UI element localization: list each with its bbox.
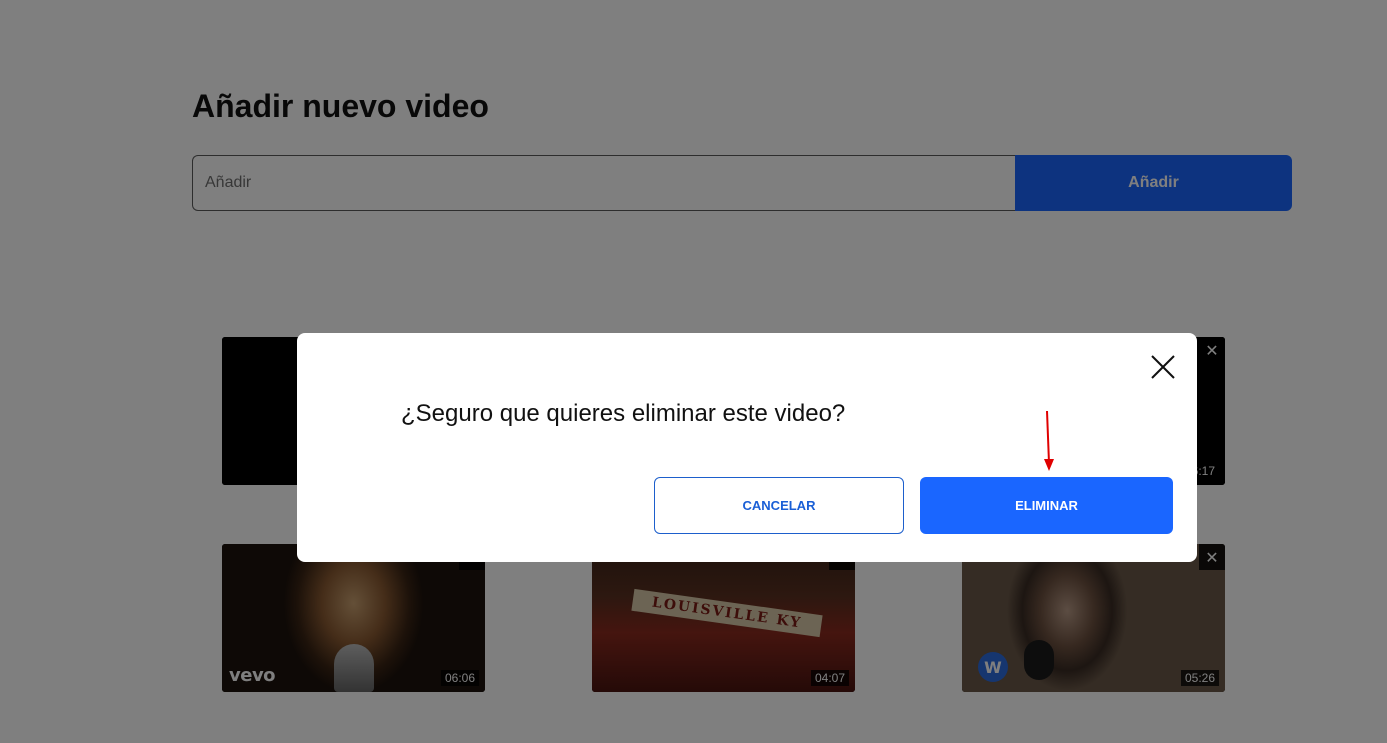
delete-confirmation-dialog: ¿Seguro que quieres eliminar este video?…: [297, 333, 1197, 562]
dialog-question: ¿Seguro que quieres eliminar este video?: [401, 400, 846, 427]
delete-button[interactable]: ELIMINAR: [920, 477, 1173, 534]
close-icon[interactable]: [1148, 352, 1178, 382]
cancel-button[interactable]: CANCELAR: [654, 477, 904, 534]
red-arrow-annotation: [1044, 411, 1054, 471]
